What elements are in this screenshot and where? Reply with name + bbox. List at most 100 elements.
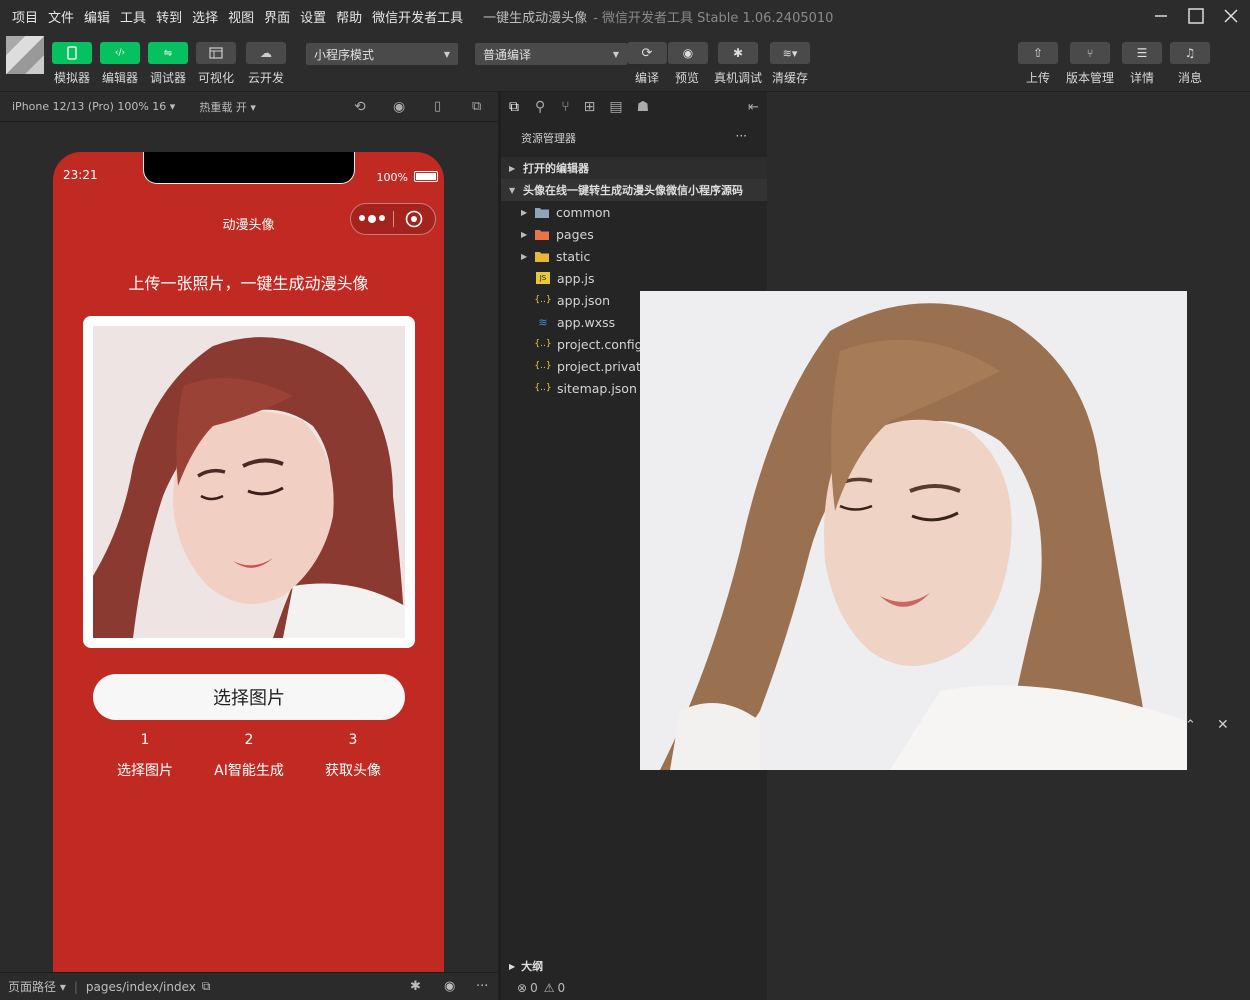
step-number: 1 xyxy=(140,732,150,748)
sliders-icon: ⇋ xyxy=(163,47,173,59)
mode-select[interactable]: 小程序模式 ▼ xyxy=(306,43,458,65)
open-editors-label: 打开的编辑器 xyxy=(523,162,589,175)
error-count: 0 xyxy=(530,980,538,995)
cloud-dev-button[interactable]: ☁ xyxy=(246,42,286,64)
chevron-down-icon: ▼ xyxy=(443,49,450,59)
record-icon[interactable]: ◉ xyxy=(393,99,405,115)
chevron-right-icon: ▶ xyxy=(509,163,516,173)
remote-debug-button[interactable]: ✱ xyxy=(718,42,758,64)
refresh-icon: ⟳ xyxy=(641,45,653,61)
battery-percent: 100% xyxy=(376,171,408,184)
remote-debug-label: 真机调试 xyxy=(713,71,762,85)
storage-icon[interactable]: ▤ xyxy=(609,99,622,115)
clear-cache-label: 清缓存 xyxy=(771,71,808,85)
messages-label: 消息 xyxy=(1177,71,1202,85)
menu-select[interactable]: 选择 xyxy=(188,7,222,26)
menu-help[interactable]: 帮助 xyxy=(332,7,366,26)
step-text: 选择图片 xyxy=(117,763,173,779)
tree-item-pages[interactable]: ▶ pages xyxy=(501,223,767,245)
clear-cache-button[interactable]: ≋▾ xyxy=(770,42,810,64)
minimize-icon[interactable] xyxy=(1141,0,1181,32)
close-icon[interactable] xyxy=(1211,0,1250,32)
warning-icon: ⚠ xyxy=(543,980,555,995)
search-icon[interactable]: ⚲ xyxy=(535,99,545,115)
upload-button[interactable]: ⇧ xyxy=(1018,42,1058,64)
eye-icon[interactable]: ◉ xyxy=(444,979,455,994)
menu-wechat-devtools[interactable]: 微信开发者工具 xyxy=(368,7,467,26)
explorer-title: 资源管理器 xyxy=(521,132,576,145)
version-label: 版本管理 xyxy=(1065,71,1114,85)
step-item: 2 AI智能生成 xyxy=(199,732,299,780)
rotate-icon[interactable]: ⟲ xyxy=(354,99,366,115)
open-editors-section[interactable]: ▶ 打开的编辑器 xyxy=(501,157,767,179)
window-title-subtitle: - 微信开发者工具 Stable 1.06.2405010 xyxy=(593,10,834,26)
problems-status[interactable]: ⊗ 0 ⚠ 0 xyxy=(501,975,767,1000)
copy-icon[interactable]: ⧉ xyxy=(202,979,211,994)
collapse-panel-icon[interactable]: ⇤ xyxy=(748,100,759,115)
menu-project[interactable]: 项目 xyxy=(8,7,42,26)
device-select[interactable]: iPhone 12/13 (Pro) 100% 16 ▾ xyxy=(12,100,175,113)
project-section[interactable]: ▼ 头像在线一键转生成动漫头像微信小程序源码 xyxy=(501,179,767,201)
menu-goto[interactable]: 转到 xyxy=(152,7,186,26)
menu-tools[interactable]: 工具 xyxy=(116,7,150,26)
menu-edit[interactable]: 编辑 xyxy=(80,7,114,26)
close-icon[interactable]: ✕ xyxy=(1217,717,1229,733)
upload-label: 上传 xyxy=(1025,71,1050,85)
tree-item-label: app.js xyxy=(557,270,595,286)
folder-static-icon xyxy=(535,250,549,262)
docker-icon[interactable]: ☗ xyxy=(637,99,650,115)
more-icon[interactable]: ··· xyxy=(476,979,488,994)
outline-section[interactable]: ▶ 大纲 xyxy=(501,955,767,977)
details-button[interactable]: ☰ xyxy=(1122,42,1162,64)
compile-button[interactable]: ⟳ xyxy=(627,42,667,64)
hot-reload-toggle[interactable]: 热重载 开 ▾ xyxy=(199,99,256,115)
toolbar: 模拟器 ‹/› 编辑器 ⇋ 调试器 可视化 ☁ 云开发 小程序模式 ▼ 普通编译 ▼… xyxy=(0,32,1250,92)
chevron-right-icon: ▶ xyxy=(509,961,516,971)
simulator-toggle-button[interactable] xyxy=(52,42,92,64)
menu-file[interactable]: 文件 xyxy=(44,7,78,26)
visualize-button[interactable] xyxy=(196,42,236,64)
maximize-icon[interactable] xyxy=(1176,0,1216,32)
menu-bar: 项目 文件 编辑 工具 转到 选择 视图 界面 设置 帮助 微信开发者工具 一键… xyxy=(0,0,1250,32)
more-icon[interactable] xyxy=(351,215,393,223)
menu-settings[interactable]: 设置 xyxy=(296,7,330,26)
preview-button[interactable]: ◉ xyxy=(668,42,708,64)
choose-image-button[interactable]: 选择图片 xyxy=(93,674,405,720)
mode-select-value: 小程序模式 xyxy=(314,47,375,62)
version-button[interactable]: ⑂ xyxy=(1070,42,1110,64)
tree-item-app-js[interactable]: JS app.js xyxy=(501,267,767,289)
more-icon[interactable]: ··· xyxy=(736,129,747,143)
menu-ui[interactable]: 界面 xyxy=(260,7,294,26)
files-icon[interactable]: ⧉ xyxy=(509,99,519,115)
editor-toggle-button[interactable]: ‹/› xyxy=(100,42,140,64)
simulator-footer: 页面路径 ▾ | pages/index/index ⧉ ✱ ◉ ··· xyxy=(0,972,498,1000)
extensions-icon[interactable]: ⊞ xyxy=(584,99,596,115)
debugger-toggle-button[interactable]: ⇋ xyxy=(148,42,188,64)
warning-count: 0 xyxy=(557,980,566,995)
page-path-select[interactable]: 页面路径 ▾ xyxy=(8,978,66,995)
tree-item-common[interactable]: ▶ common xyxy=(501,201,767,223)
compile-select-value: 普通编译 xyxy=(483,47,532,62)
menu-view[interactable]: 视图 xyxy=(224,7,258,26)
tree-item-static[interactable]: ▶ static xyxy=(501,245,767,267)
anime-avatar-image xyxy=(93,326,405,638)
close-target-icon[interactable] xyxy=(394,210,435,228)
messages-button[interactable]: ♫ xyxy=(1170,42,1210,64)
popout-icon[interactable]: ⧉ xyxy=(472,99,481,114)
cloud-icon: ☁ xyxy=(260,46,272,60)
window-title-text: 一键生成动漫头像 xyxy=(483,10,588,26)
anime-avatar-frame xyxy=(83,316,415,648)
page-headline: 上传一张照片，一键生成动漫头像 xyxy=(128,274,369,293)
chevron-right-icon: ▶ xyxy=(521,229,528,239)
git-icon[interactable]: ⑂ xyxy=(561,99,569,115)
simulator-panel: iPhone 12/13 (Pro) 100% 16 ▾ 热重载 开 ▾ ⟲ ◉… xyxy=(0,92,498,982)
chevron-down-icon: ▼ xyxy=(509,185,516,195)
bug-icon[interactable]: ✱ xyxy=(410,979,421,994)
menu-icon: ☰ xyxy=(1136,46,1148,60)
user-avatar[interactable] xyxy=(6,36,44,74)
compile-select[interactable]: 普通编译 ▼ xyxy=(475,43,627,65)
chevron-right-icon: ▶ xyxy=(521,207,528,217)
folder-icon xyxy=(535,206,549,218)
phone-icon[interactable]: ▯ xyxy=(434,99,441,114)
upload-icon: ⇧ xyxy=(1032,46,1044,60)
